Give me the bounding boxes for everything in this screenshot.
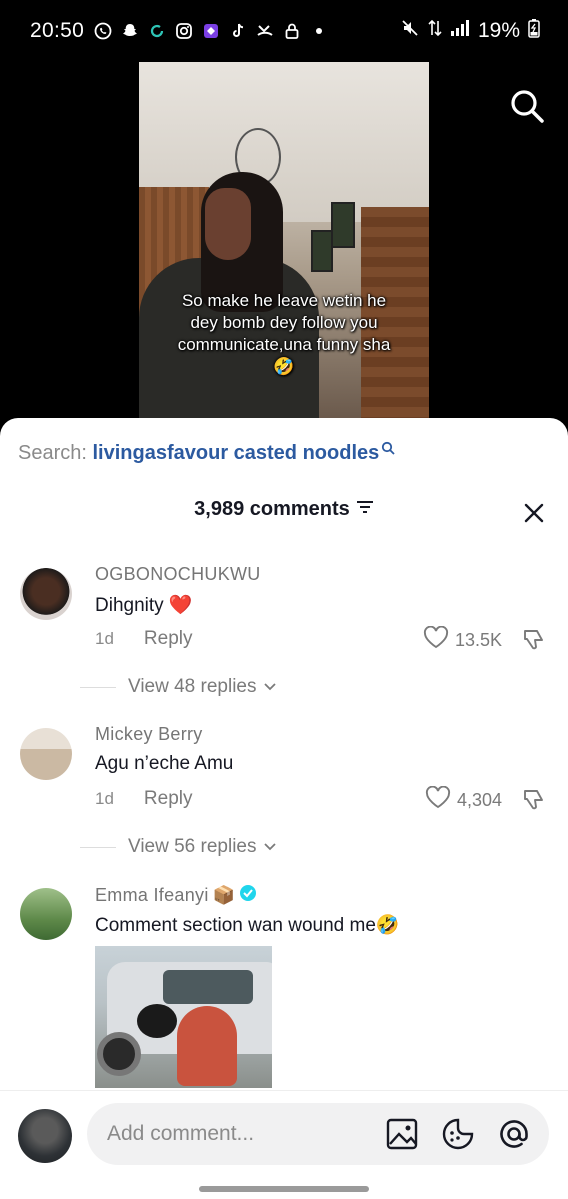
comment-author[interactable]: OGBONOCHUKWU — [95, 564, 261, 585]
chevron-down-icon — [263, 676, 277, 698]
comment-meta: 1d Reply — [95, 788, 193, 810]
lock-icon — [283, 22, 301, 40]
car-window — [163, 970, 253, 1004]
snapchat-icon — [121, 22, 139, 40]
comment-author[interactable]: Mickey Berry — [95, 724, 203, 745]
notification-icons — [94, 22, 328, 40]
whatsapp-icon — [94, 22, 112, 40]
view-replies-button[interactable]: View 48 replies — [80, 676, 277, 698]
dot-icon — [310, 22, 328, 40]
divider — [80, 686, 116, 688]
comment-input[interactable] — [107, 1122, 377, 1146]
comments-header: 3,989 comments — [0, 498, 568, 534]
avatar[interactable] — [20, 888, 72, 940]
search-label: Search: — [18, 442, 87, 464]
comments-sheet: Search: livingasfavour casted noodles 3,… — [0, 418, 568, 1199]
search-icon[interactable] — [508, 87, 546, 125]
like-count: 4,304 — [456, 790, 502, 810]
sync-icon — [148, 22, 166, 40]
close-icon[interactable] — [520, 499, 548, 527]
comment-input-container[interactable] — [87, 1103, 549, 1165]
sticker-icon[interactable] — [441, 1117, 475, 1151]
data-icon — [428, 18, 442, 44]
comment-item: Emma Ifeanyi 📦 Comment section wan wound… — [0, 884, 568, 1094]
missed-call-icon — [256, 22, 274, 40]
app-icon — [202, 22, 220, 40]
dislike-icon[interactable] — [520, 786, 548, 814]
sort-filter-icon[interactable] — [356, 498, 374, 521]
view-replies-label: View 48 replies — [128, 676, 257, 697]
reply-button[interactable]: Reply — [144, 628, 193, 650]
comment-item: OGBONOCHUKWU Dihgnity ❤️ 1d Reply 13.5K … — [0, 564, 568, 714]
comment-author-row: Emma Ifeanyi 📦 — [95, 884, 257, 907]
car-wheel — [97, 1032, 141, 1076]
view-replies-button[interactable]: View 56 replies — [80, 836, 277, 858]
home-indicator[interactable] — [199, 1186, 369, 1192]
battery-icon — [528, 18, 540, 44]
mention-icon[interactable] — [497, 1117, 531, 1151]
heart-icon — [423, 625, 449, 655]
like-button[interactable]: 13.5K — [423, 625, 502, 655]
system-status: 19% — [400, 18, 540, 44]
comment-author[interactable]: Emma Ifeanyi — [95, 885, 209, 906]
comment-text: Comment section wan wound me🤣 — [95, 915, 400, 936]
comment-input-bar — [0, 1090, 568, 1199]
comment-age: 1d — [95, 789, 114, 808]
mute-icon — [400, 18, 420, 44]
like-count: 13.5K — [454, 630, 502, 650]
reply-button[interactable]: Reply — [144, 788, 193, 810]
search-query[interactable]: livingasfavour casted noodles — [93, 442, 380, 464]
search-icon — [381, 438, 395, 461]
divider — [80, 846, 116, 848]
status-bar: 20:50 19% — [0, 0, 568, 62]
search-suggestion[interactable]: Search: livingasfavour casted noodles — [18, 441, 395, 465]
image-icon[interactable] — [385, 1117, 419, 1151]
avatar[interactable] — [20, 568, 72, 620]
video-caption: So make he leave wetin he dey bomb dey f… — [177, 291, 391, 376]
comment-age: 1d — [95, 629, 114, 648]
author-badge: 📦 — [212, 885, 236, 905]
woman-figure — [177, 1006, 237, 1086]
like-button[interactable]: 4,304 — [425, 785, 502, 815]
tiktok-icon — [229, 22, 247, 40]
dislike-icon[interactable] — [520, 626, 548, 654]
instagram-icon — [175, 22, 193, 40]
avatar[interactable] — [18, 1109, 72, 1163]
person-face — [205, 188, 251, 260]
heart-icon — [425, 785, 451, 815]
view-replies-label: View 56 replies — [128, 836, 257, 857]
comment-text: Dihgnity ❤️ — [95, 595, 193, 616]
comment-text: Agu n’eche Amu — [95, 753, 234, 774]
comment-image[interactable] — [95, 946, 272, 1088]
video-player[interactable]: So make he leave wetin he dey bomb dey f… — [139, 62, 429, 418]
wall-art — [331, 202, 355, 248]
signal-icon — [450, 19, 470, 43]
verified-icon — [239, 884, 257, 907]
woman-hair — [137, 1004, 177, 1038]
comment-meta: 1d Reply — [95, 628, 193, 650]
comments-count: 3,989 comments — [194, 498, 350, 520]
wall-art — [311, 230, 333, 272]
chevron-down-icon — [263, 836, 277, 858]
avatar[interactable] — [20, 728, 72, 780]
status-time: 20:50 — [30, 19, 85, 42]
comment-item: Mickey Berry Agu n’eche Amu 1d Reply 4,3… — [0, 724, 568, 874]
battery-percentage: 19% — [477, 19, 520, 42]
